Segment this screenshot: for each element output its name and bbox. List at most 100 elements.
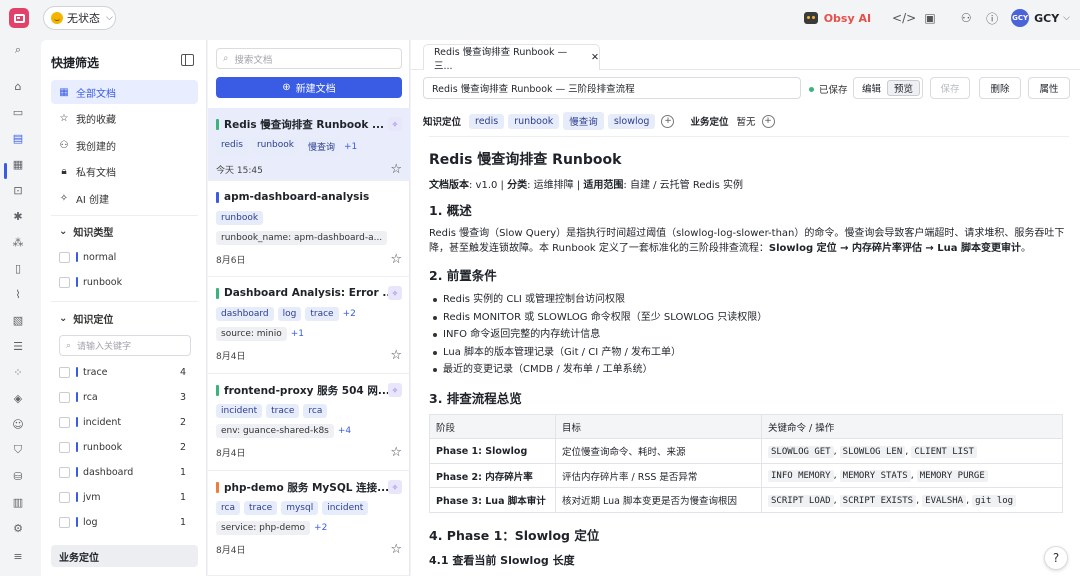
checkbox[interactable]	[59, 416, 70, 428]
settings-icon[interactable]: ⚙	[8, 518, 28, 538]
user-icon[interactable]: ⚇	[953, 6, 979, 30]
position-search-input[interactable]: ⌕ 请输入关键字	[59, 335, 191, 356]
checkbox-label: incident	[83, 416, 122, 428]
tab-document[interactable]: Redis 慢查询排查 Runbook — 三... ✕	[423, 44, 600, 72]
position-dashboard[interactable]: dashboard 1	[59, 463, 206, 481]
close-icon[interactable]: ✕	[591, 52, 599, 63]
robot-icon[interactable]: ☺	[8, 414, 28, 434]
security-icon[interactable]: ⛉	[8, 440, 28, 460]
star-icon[interactable]: ☆	[390, 348, 402, 363]
search-icon: ⌕	[223, 53, 229, 64]
screen-icon[interactable]: ▣	[917, 6, 943, 30]
inline-code: EVALSHA	[922, 494, 967, 507]
table-cell: Phase 3: Lua 脚本审计	[429, 487, 556, 513]
checkbox[interactable]	[59, 366, 70, 378]
app-logo[interactable]	[9, 8, 29, 28]
list-icon[interactable]: ☰	[8, 336, 28, 356]
filter-all-docs[interactable]: ▦ 全部文档	[51, 80, 198, 104]
new-document-button[interactable]: ⊕ 新建文档	[216, 77, 402, 98]
help-circle-icon[interactable]: ⓘ	[979, 6, 1005, 30]
table-header-row: 阶段 目标 关键命令 / 操作	[429, 413, 1063, 440]
doc-card[interactable]: apm-dashboard-analysis runbook runbook_n…	[208, 181, 410, 277]
knowledge-tag[interactable]: redis	[469, 113, 505, 129]
knowledge-type-normal[interactable]: normal	[59, 248, 206, 266]
chart-icon[interactable]: ⌇	[8, 284, 28, 304]
doc-search-input[interactable]: ⌕ 搜索文档	[216, 48, 402, 69]
save-button[interactable]: 保存	[930, 77, 970, 99]
star-icon[interactable]: ☆	[390, 162, 402, 177]
checkbox[interactable]	[59, 276, 70, 288]
checkbox[interactable]	[59, 466, 70, 478]
user-name[interactable]: GCY	[1034, 12, 1059, 25]
checkbox[interactable]	[59, 251, 70, 263]
collapse-panel-icon[interactable]	[181, 54, 194, 66]
shield-icon[interactable]: ◈	[8, 388, 28, 408]
knowledge-type-runbook[interactable]: runbook	[59, 273, 206, 291]
table-cell: Phase 2: 内存碎片率	[429, 462, 556, 489]
apps-icon[interactable]: ⁘	[8, 362, 28, 382]
star-icon[interactable]: ☆	[390, 252, 402, 267]
scan-icon[interactable]: ⊡	[8, 180, 28, 200]
filter-ai-created[interactable]: ✧ AI 创建	[51, 186, 198, 210]
storage-icon[interactable]: ▥	[8, 492, 28, 512]
file-icon[interactable]: ▯	[8, 258, 28, 278]
obsy-ai-button[interactable]: Obsy AI	[803, 12, 871, 25]
bug-icon[interactable]: ✱	[8, 206, 28, 226]
avatar[interactable]: GCY	[1011, 9, 1030, 27]
chevron-down-icon[interactable]: ⌵	[1063, 13, 1070, 23]
knowledge-tag[interactable]: slowlog	[607, 113, 656, 129]
business-position-section[interactable]: 业务定位	[51, 545, 198, 567]
checkbox[interactable]	[59, 391, 70, 403]
checkbox[interactable]	[59, 441, 70, 453]
add-tag-icon[interactable]: +	[661, 114, 675, 128]
doc-card[interactable]: Dashboard Analysis: Error ... ✧ dashboard…	[208, 277, 410, 374]
document-icon[interactable]: ▤	[8, 128, 28, 148]
position-log[interactable]: log 1	[59, 513, 206, 531]
table-header: 关键命令 / 操作	[761, 413, 1063, 440]
filter-created-by-me[interactable]: ⚇ 我创建的	[51, 133, 198, 157]
checkbox[interactable]	[59, 491, 70, 503]
position-rca[interactable]: rca 3	[59, 388, 206, 406]
table-cell: 定位慢查询命令、耗时、来源	[555, 438, 762, 464]
properties-button[interactable]: 属性	[1028, 77, 1070, 99]
cluster-icon[interactable]: ⁂	[8, 232, 28, 252]
document-title-field[interactable]: Redis 慢查询排查 Runbook — 三阶段排查流程	[423, 77, 801, 99]
edit-mode-button[interactable]: 编辑	[856, 80, 887, 96]
menu-icon[interactable]: ≡	[8, 546, 28, 566]
filter-favorites[interactable]: ☆ 我的收藏	[51, 106, 198, 130]
meta-key: 适用范围	[583, 180, 624, 191]
list-item: INFO 命令返回完整的内存统计信息	[429, 326, 1069, 344]
doc-card[interactable]: php-demo 服务 MySQL 连接... ✧ rca trace mysql in…	[208, 471, 410, 576]
code-icon[interactable]: </>	[891, 6, 917, 30]
position-trace[interactable]: trace 4	[59, 363, 206, 381]
report-icon[interactable]: ▧	[8, 310, 28, 330]
checkbox[interactable]	[59, 516, 70, 528]
star-icon[interactable]: ☆	[390, 542, 402, 557]
tag: rca	[216, 501, 240, 515]
status-dropdown[interactable]: 无状态 ⌵	[43, 6, 116, 30]
paragraph-bold: Slowlog 定位 → 内存碎片率评估 → Lua 脚本变更审计	[768, 243, 1022, 254]
position-runbook[interactable]: runbook 2	[59, 438, 206, 456]
add-business-icon[interactable]: +	[761, 114, 775, 128]
help-button[interactable]: ?	[1044, 546, 1068, 570]
active-indicator	[4, 163, 7, 179]
calendar-icon[interactable]: ▦	[8, 154, 28, 174]
search-icon[interactable]: ⌕	[8, 40, 28, 60]
delete-button[interactable]: 删除	[979, 77, 1021, 99]
knowledge-tag[interactable]: 慢查询	[563, 112, 604, 130]
list-item: 最近的变更记录（CMDB / 发布单 / 工单系统）	[429, 361, 1069, 379]
star-icon[interactable]: ☆	[390, 445, 402, 460]
doc-card[interactable]: frontend-proxy 服务 504 网... ✧ incident trac…	[208, 374, 410, 471]
filter-private[interactable]: 🔒︎ 私有文档	[51, 159, 198, 183]
database-icon[interactable]: ⛁	[8, 466, 28, 486]
monitor-icon[interactable]: ▭	[8, 102, 28, 122]
knowledge-type-section[interactable]: ⌄ 知识类型	[51, 220, 198, 242]
position-jvm[interactable]: jvm 1	[59, 488, 206, 506]
knowledge-tag[interactable]: runbook	[508, 113, 560, 129]
doc-card[interactable]: Redis 慢查询排查 Runbook ... ✧ redis runbook 慢查询…	[208, 108, 410, 181]
preview-mode-button[interactable]: 预览	[887, 80, 920, 96]
home-icon[interactable]: ⌂	[8, 76, 28, 96]
mode-toggle[interactable]: 编辑 预览	[853, 77, 923, 99]
position-incident[interactable]: incident 2	[59, 413, 206, 431]
knowledge-position-section[interactable]: ⌄ 知识定位	[51, 307, 198, 329]
